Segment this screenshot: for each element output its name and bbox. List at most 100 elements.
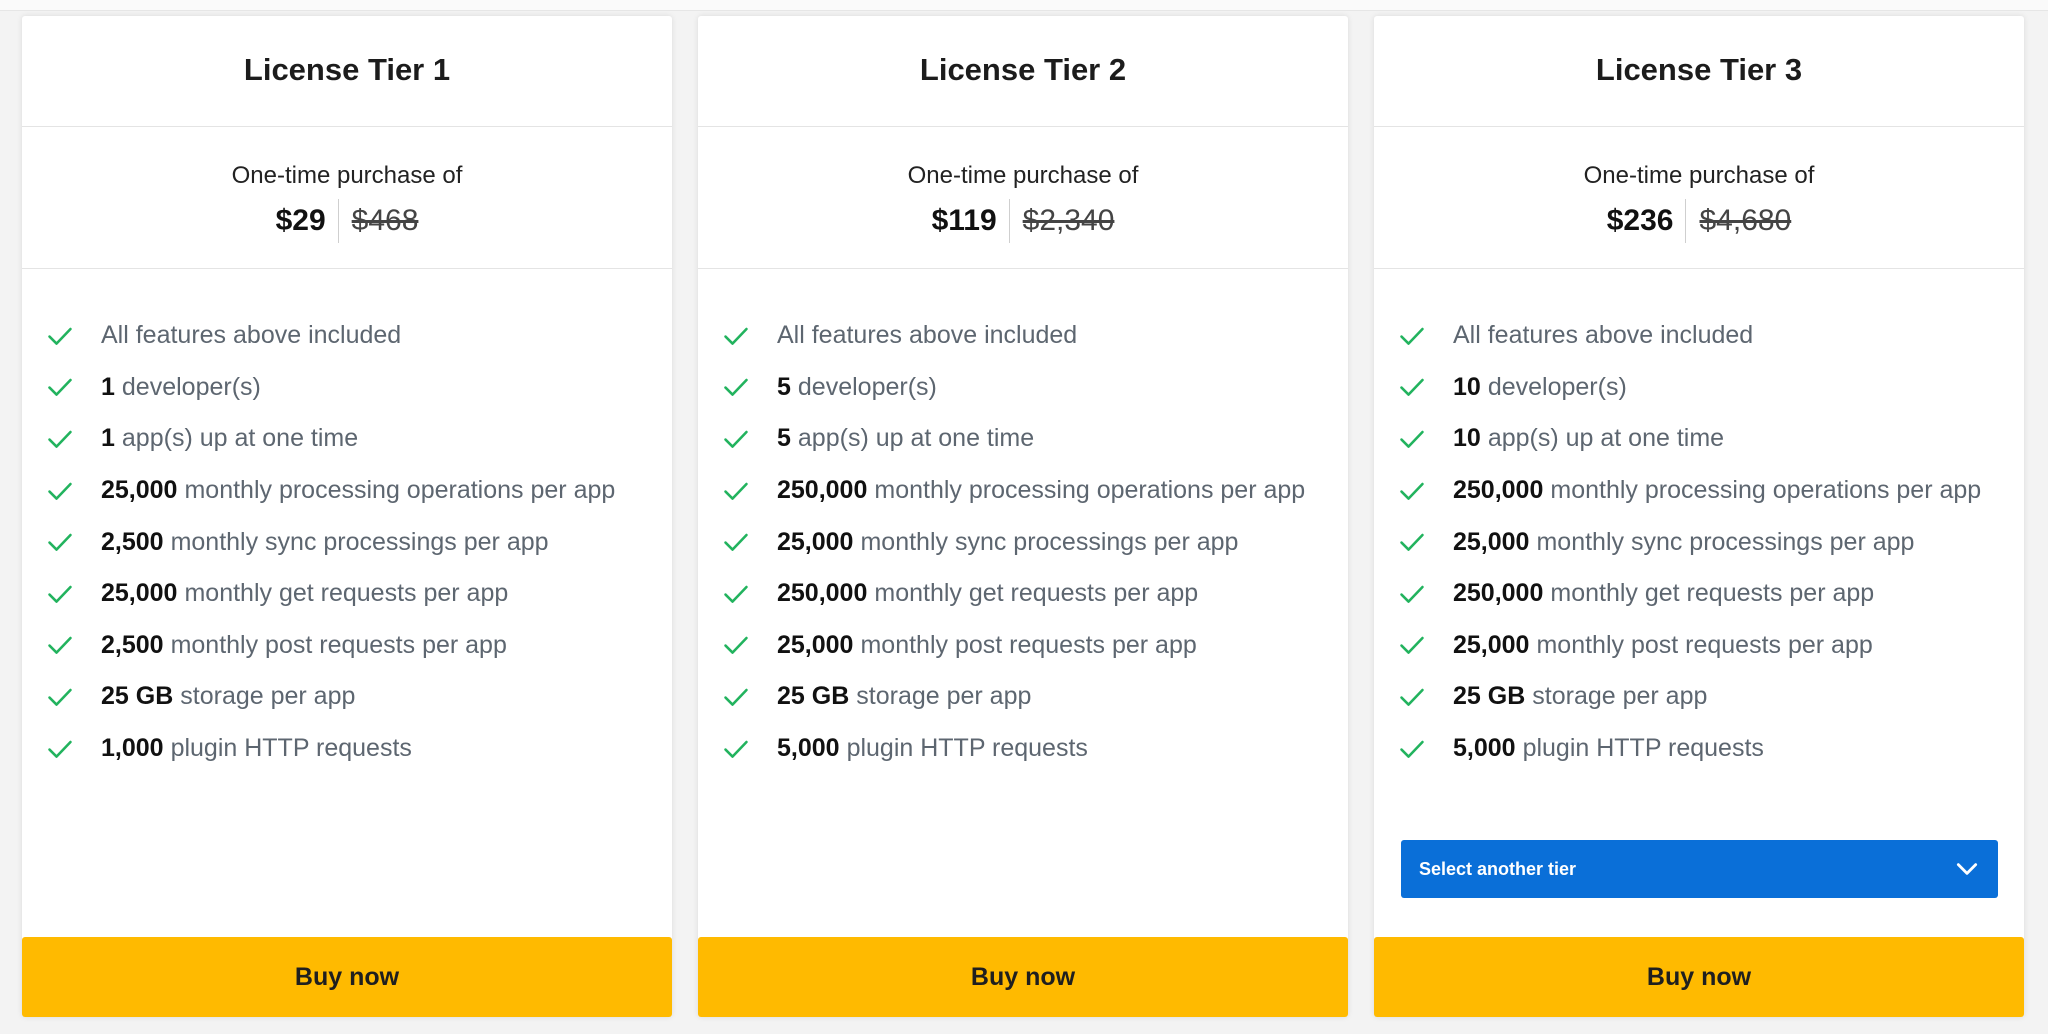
feature-value: 1,000 [101, 734, 164, 763]
feature-value: 5,000 [777, 734, 840, 763]
feature-value: 1 [101, 372, 115, 401]
price-original: $4,680 [1699, 204, 1792, 237]
feature-text: developer(s) [797, 372, 937, 401]
tier-title: License Tier 1 [22, 16, 672, 127]
feature-value: 2,500 [101, 527, 164, 556]
feature-text: storage per app [180, 682, 356, 711]
feature-text: storage per app [856, 682, 1032, 711]
feature-item: 25,000 monthly post requests per app [698, 620, 1348, 672]
feature-item: 25 GB storage per app [698, 671, 1348, 723]
buy-now-button[interactable]: Buy now [698, 937, 1348, 1017]
feature-item: 2,500 monthly post requests per app [22, 620, 672, 672]
feature-value: 5 [777, 372, 791, 401]
check-icon [724, 482, 748, 500]
feature-text: monthly sync processings per app [860, 527, 1239, 556]
check-icon [1400, 430, 1424, 448]
feature-text: storage per app [1532, 682, 1708, 711]
feature-value: 25 GB [101, 682, 174, 711]
feature-text: monthly processing operations per app [184, 476, 616, 505]
check-icon [1400, 688, 1424, 706]
feature-value: 2,500 [101, 630, 164, 659]
check-icon [48, 430, 72, 448]
feature-text: monthly post requests per app [860, 630, 1197, 659]
feature-text: monthly post requests per app [170, 630, 507, 659]
price-current: $236 [1607, 199, 1687, 243]
check-icon [48, 585, 72, 603]
feature-text: All features above included [777, 321, 1078, 350]
feature-value: 25 GB [777, 682, 850, 711]
feature-value: 1 [101, 424, 115, 453]
feature-value: 5,000 [1453, 734, 1516, 763]
check-icon [724, 585, 748, 603]
feature-value: 25 GB [1453, 682, 1526, 711]
check-icon [1400, 482, 1424, 500]
feature-item: 250,000 monthly processing operations per… [1374, 465, 2024, 517]
price-current: $29 [276, 199, 339, 243]
feature-value: 5 [777, 424, 791, 453]
check-icon [724, 430, 748, 448]
buy-now-button[interactable]: Buy now [22, 937, 672, 1017]
price-original: $468 [351, 204, 419, 237]
feature-item: 25,000 monthly processing operations per … [22, 465, 672, 517]
tier-title: License Tier 3 [1374, 16, 2024, 127]
feature-value: 25,000 [101, 476, 178, 505]
feature-item: 5 developer(s) [698, 362, 1348, 414]
feature-text: monthly get requests per app [1550, 579, 1875, 608]
feature-list: All features above included 1 developer(s)… [22, 310, 672, 774]
feature-text: plugin HTTP requests [846, 734, 1088, 763]
feature-text: app(s) up at one time [121, 424, 359, 453]
check-icon [724, 740, 748, 758]
price-caption: One-time purchase of [1583, 162, 1815, 189]
buy-now-button[interactable]: Buy now [1374, 937, 2024, 1017]
select-tier-label: Select another tier [1419, 858, 1577, 879]
price-caption: One-time purchase of [907, 162, 1139, 189]
feature-text: plugin HTTP requests [170, 734, 412, 763]
price-row: $236 $4,680 [1374, 199, 2024, 243]
feature-item: 25,000 monthly get requests per app [22, 568, 672, 620]
feature-value: 25,000 [777, 527, 854, 556]
feature-text: monthly get requests per app [874, 579, 1199, 608]
check-icon [48, 637, 72, 655]
feature-item: 10 developer(s) [1374, 362, 2024, 414]
feature-text: monthly sync processings per app [1536, 527, 1915, 556]
feature-text: All features above included [101, 321, 402, 350]
check-icon [1400, 585, 1424, 603]
feature-item: 250,000 monthly processing operations per… [698, 465, 1348, 517]
feature-item: 25,000 monthly sync processings per app [698, 516, 1348, 568]
select-tier-dropdown[interactable]: Select another tier [1401, 840, 1998, 898]
feature-item: 5,000 plugin HTTP requests [698, 723, 1348, 775]
feature-text: developer(s) [121, 372, 261, 401]
feature-text: monthly processing operations per app [874, 476, 1306, 505]
tier-title: License Tier 2 [698, 16, 1348, 127]
feature-text: plugin HTTP requests [1522, 734, 1764, 763]
feature-item: 1 app(s) up at one time [22, 413, 672, 465]
feature-text: monthly sync processings per app [170, 527, 549, 556]
feature-value: 250,000 [1453, 579, 1544, 608]
feature-text: monthly processing operations per app [1550, 476, 1982, 505]
feature-list: All features above included 5 developer(s)… [698, 310, 1348, 774]
tier-card-1: License Tier 1 One-time purchase of $29 … [22, 16, 672, 1017]
feature-value: 250,000 [777, 579, 868, 608]
feature-item: 5 app(s) up at one time [698, 413, 1348, 465]
check-icon [1400, 327, 1424, 345]
feature-item: 5,000 plugin HTTP requests [1374, 723, 2024, 775]
feature-item: 25,000 monthly sync processings per app [1374, 516, 2024, 568]
check-icon [724, 533, 748, 552]
price-box: One-time purchase of $29 $468 [22, 127, 672, 269]
price-row: $29 $468 [22, 199, 672, 243]
feature-item: 10 app(s) up at one time [1374, 413, 2024, 465]
feature-item: 25 GB storage per app [1374, 671, 2024, 723]
pricing-cards: License Tier 1 One-time purchase of $29 … [22, 16, 2024, 1017]
feature-text: monthly get requests per app [184, 579, 509, 608]
top-bar [0, 0, 2048, 11]
feature-item: All features above included [698, 310, 1348, 362]
feature-item: 250,000 monthly get requests per app [698, 568, 1348, 620]
check-icon [1400, 533, 1424, 552]
check-icon [48, 688, 72, 706]
feature-text: monthly post requests per app [1536, 630, 1873, 659]
tier-card-3: License Tier 3 One-time purchase of $236… [1374, 16, 2024, 1017]
check-icon [1400, 637, 1424, 655]
feature-value: 25,000 [1453, 527, 1530, 556]
feature-item: 2,500 monthly sync processings per app [22, 516, 672, 568]
check-icon [724, 637, 748, 655]
